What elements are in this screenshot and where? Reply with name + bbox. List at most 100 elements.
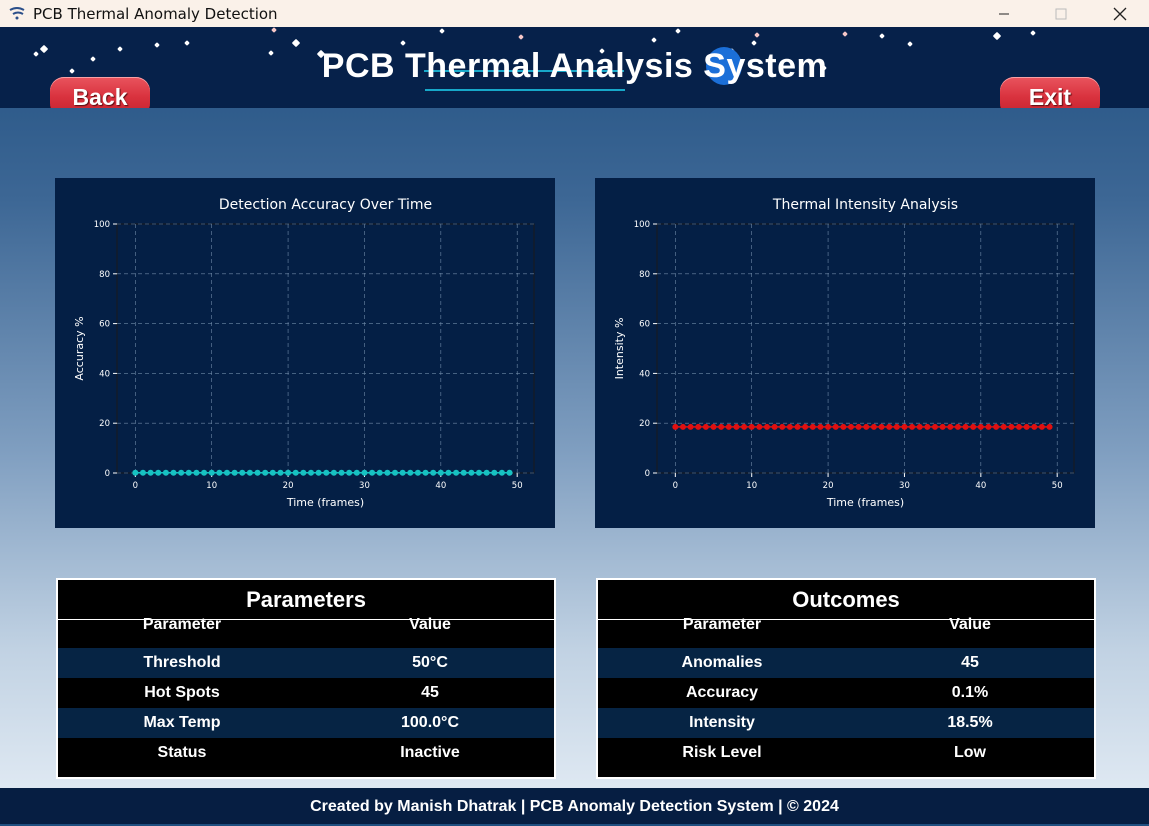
exit-button[interactable]: Exit: [1000, 77, 1100, 108]
data-point: [947, 423, 954, 430]
star-decoration: [1030, 30, 1036, 36]
data-point: [376, 469, 383, 476]
parameters-title: Parameters: [246, 587, 366, 612]
star-decoration: [879, 33, 885, 39]
footer: Created by Manish Dhatrak | PCB Anomaly …: [0, 788, 1149, 824]
data-point: [132, 469, 139, 476]
data-point: [292, 469, 299, 476]
x-tick-label: 10: [206, 481, 217, 491]
star-decoration: [651, 37, 657, 43]
data-point: [407, 469, 414, 476]
data-point: [437, 469, 444, 476]
x-tick-label: 0: [133, 481, 138, 491]
data-point: [1031, 423, 1038, 430]
data-point: [201, 469, 208, 476]
star-decoration: [271, 27, 277, 33]
data-point: [909, 423, 916, 430]
data-point: [695, 423, 702, 430]
row-value: Inactive: [400, 744, 460, 761]
data-point: [932, 423, 938, 430]
star-decoration: [439, 28, 445, 34]
data-point: [718, 423, 725, 430]
data-point: [962, 423, 969, 430]
column-header-value: Value: [409, 616, 451, 633]
row-value: 18.5%: [947, 714, 993, 731]
data-point: [825, 423, 832, 430]
chart-title: Detection Accuracy Over Time: [219, 197, 432, 213]
y-tick-label: 40: [99, 369, 110, 379]
data-point: [193, 469, 200, 476]
y-tick-label: 80: [99, 270, 110, 280]
data-point: [779, 423, 786, 430]
data-point: [262, 469, 269, 476]
data-point: [794, 423, 801, 430]
outcomes-title: Outcomes: [792, 587, 900, 612]
x-tick-label: 50: [1052, 481, 1063, 491]
outcomes-table: Outcomes Parameter Value Anomalies 45 Ac…: [596, 578, 1096, 779]
table-header-row: Parameter Value: [58, 616, 554, 646]
data-point: [748, 423, 755, 430]
data-point: [476, 469, 483, 476]
y-tick-label: 40: [639, 369, 650, 379]
data-point: [307, 469, 314, 476]
data-point: [223, 469, 230, 476]
close-icon: [1113, 7, 1127, 20]
close-button[interactable]: [1097, 0, 1143, 27]
row-label: Status: [157, 744, 207, 761]
column-header-value: Value: [949, 616, 991, 633]
data-point: [414, 469, 421, 476]
y-tick-label: 80: [639, 270, 650, 280]
minimize-button[interactable]: [981, 0, 1027, 27]
row-value: Low: [954, 744, 986, 761]
data-point: [687, 423, 694, 430]
y-tick-label: 0: [645, 469, 650, 479]
data-point: [970, 423, 977, 430]
row-label: Intensity: [689, 714, 755, 731]
x-tick-label: 40: [975, 481, 986, 491]
data-point: [392, 469, 398, 476]
table-row: Status Inactive: [58, 738, 554, 768]
data-point: [870, 423, 877, 430]
data-point: [430, 469, 437, 476]
row-value: 100.0°C: [401, 714, 459, 731]
data-point: [147, 469, 154, 476]
data-point: [285, 469, 292, 476]
data-point: [924, 423, 931, 430]
row-label: Threshold: [143, 654, 221, 671]
data-point: [460, 469, 467, 476]
x-tick-label: 50: [512, 481, 523, 491]
data-point: [809, 423, 816, 430]
data-point: [763, 423, 770, 430]
y-axis-label: Accuracy %: [73, 316, 86, 380]
back-button[interactable]: Back: [50, 77, 150, 108]
data-point: [1008, 423, 1015, 430]
data-point: [977, 423, 984, 430]
data-point: [185, 469, 192, 476]
table-row: Risk Level Low: [598, 738, 1094, 768]
data-point: [1023, 423, 1030, 430]
y-tick-label: 100: [94, 220, 110, 230]
plot-area: [116, 223, 535, 474]
data-point: [239, 469, 246, 476]
table-row: Accuracy 0.1%: [598, 678, 1094, 708]
data-point: [498, 469, 505, 476]
x-tick-label: 20: [283, 481, 294, 491]
maximize-button[interactable]: [1038, 0, 1084, 27]
data-point: [886, 423, 893, 430]
page-title: PCB Thermal Analysis System: [321, 47, 828, 85]
row-label: Anomalies: [681, 654, 763, 671]
row-value: 45: [961, 654, 979, 671]
data-point: [993, 423, 1000, 430]
data-point: [985, 423, 992, 430]
data-point: [506, 469, 513, 476]
table-row: Threshold 50°C: [58, 648, 554, 678]
y-tick-label: 0: [105, 469, 110, 479]
data-point: [802, 423, 809, 430]
star-decoration: [992, 31, 1002, 41]
data-point: [216, 469, 223, 476]
x-tick-label: 10: [746, 481, 757, 491]
maximize-icon: [1055, 8, 1067, 19]
data-point: [1016, 423, 1023, 430]
data-point: [847, 423, 854, 430]
y-tick-label: 20: [99, 419, 110, 429]
